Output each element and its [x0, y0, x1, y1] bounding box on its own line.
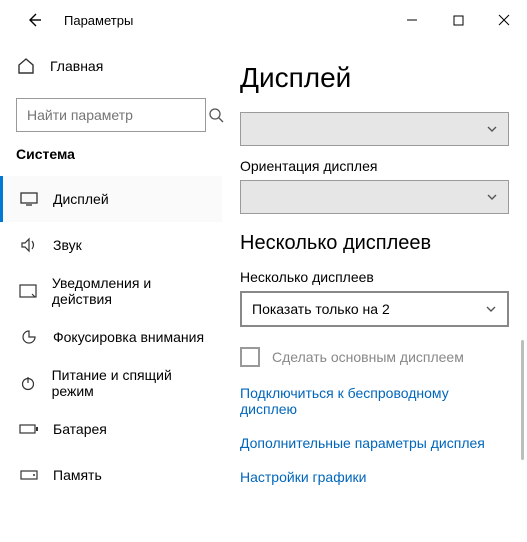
- primary-display-checkbox: Сделать основным дисплеем: [240, 347, 509, 367]
- sidebar-item-power[interactable]: Питание и спящий режим: [0, 360, 222, 406]
- home-icon: [16, 57, 36, 75]
- search-input[interactable]: [27, 107, 208, 123]
- focus-icon: [19, 329, 39, 345]
- notifications-icon: [19, 284, 38, 298]
- window-controls: [389, 0, 527, 40]
- sidebar-item-label: Память: [53, 467, 102, 483]
- dropdown-generic-1[interactable]: [240, 112, 509, 146]
- chevron-down-icon: [486, 191, 498, 203]
- page-heading: Дисплей: [240, 62, 509, 94]
- checkbox-box[interactable]: [240, 347, 260, 367]
- maximize-icon: [453, 15, 464, 26]
- link-graphics-settings[interactable]: Настройки графики: [240, 469, 509, 485]
- sidebar-item-storage[interactable]: Память: [0, 452, 222, 498]
- sound-icon: [19, 237, 39, 253]
- sidebar-nav: Дисплей Звук Уведомления и действия Фоку…: [0, 176, 222, 498]
- minimize-icon: [406, 14, 418, 26]
- close-button[interactable]: [481, 0, 527, 40]
- sidebar-item-label: Звук: [53, 237, 82, 253]
- chevron-down-icon: [486, 123, 498, 135]
- titlebar: Параметры: [0, 0, 527, 40]
- sidebar-item-label: Батарея: [53, 421, 107, 437]
- search-input-wrap[interactable]: [16, 98, 206, 132]
- power-icon: [19, 375, 38, 391]
- sidebar-item-label: Уведомления и действия: [52, 275, 206, 307]
- dropdown-orientation[interactable]: [240, 180, 509, 214]
- window-body: Главная Система Дисплей Звук: [0, 40, 527, 542]
- storage-icon: [19, 470, 39, 480]
- link-advanced-display[interactable]: Дополнительные параметры дисплея: [240, 435, 509, 451]
- multi-heading: Несколько дисплеев: [240, 232, 509, 255]
- scrollbar-thumb[interactable]: [521, 340, 524, 460]
- sidebar-item-sound[interactable]: Звук: [0, 222, 222, 268]
- chevron-down-icon: [485, 303, 497, 315]
- sidebar-home[interactable]: Главная: [0, 46, 222, 86]
- close-icon: [498, 14, 510, 26]
- maximize-button[interactable]: [435, 0, 481, 40]
- sidebar-item-label: Фокусировка внимания: [53, 329, 204, 345]
- sidebar-item-label: Питание и спящий режим: [52, 367, 206, 399]
- arrow-left-icon: [26, 12, 42, 28]
- sidebar-item-battery[interactable]: Батарея: [0, 406, 222, 452]
- sidebar-section-header: Система: [0, 146, 222, 176]
- orientation-label: Ориентация дисплея: [240, 158, 509, 174]
- dropdown-multi-display[interactable]: Показать только на 2: [240, 291, 509, 327]
- link-wireless-display[interactable]: Подключиться к беспроводному дисплею: [240, 385, 509, 417]
- dropdown-value: Показать только на 2: [252, 301, 485, 317]
- settings-window: Параметры Главная: [0, 0, 527, 542]
- minimize-button[interactable]: [389, 0, 435, 40]
- checkbox-label: Сделать основным дисплеем: [272, 349, 464, 365]
- sidebar-item-label: Дисплей: [53, 191, 109, 207]
- back-button[interactable]: [16, 2, 52, 38]
- content-pane: Дисплей Ориентация дисплея Несколько дис…: [222, 40, 527, 542]
- sidebar-item-display[interactable]: Дисплей: [0, 176, 222, 222]
- sidebar-home-label: Главная: [50, 58, 103, 74]
- sidebar-item-notifications[interactable]: Уведомления и действия: [0, 268, 222, 314]
- sidebar: Главная Система Дисплей Звук: [0, 40, 222, 542]
- multi-label: Несколько дисплеев: [240, 269, 509, 285]
- display-icon: [19, 192, 39, 206]
- window-title: Параметры: [64, 13, 133, 28]
- battery-icon: [19, 423, 39, 435]
- scrollbar[interactable]: [519, 340, 525, 542]
- sidebar-item-focus[interactable]: Фокусировка внимания: [0, 314, 222, 360]
